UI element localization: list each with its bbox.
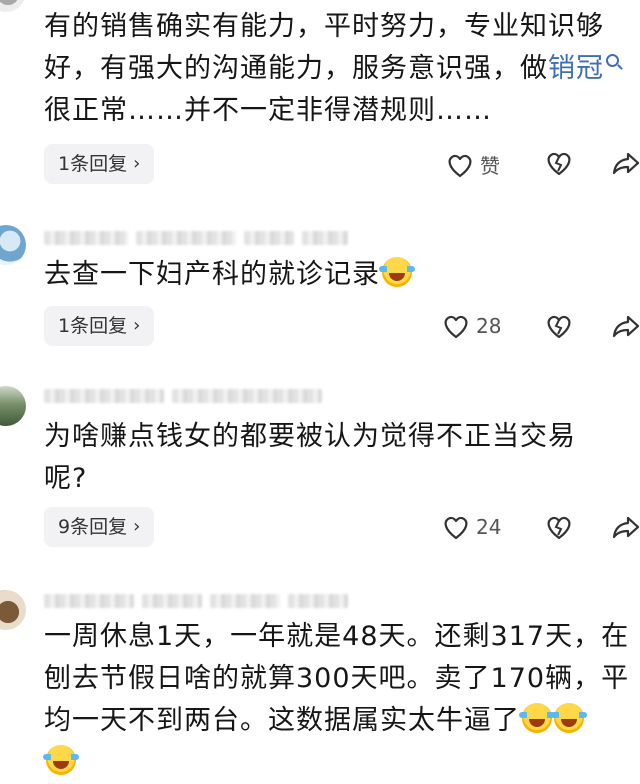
- share-arrow-icon: [612, 516, 640, 539]
- share-button[interactable]: [612, 150, 640, 176]
- share-arrow-icon: [612, 315, 640, 338]
- comment-text-part: 很正常……并不一定非得潜规则……: [44, 95, 492, 126]
- broken-heart-icon: [547, 516, 571, 540]
- view-replies-button[interactable]: 9条回复 ›: [44, 507, 155, 547]
- like-button[interactable]: 赞: [446, 150, 500, 179]
- avatar[interactable]: [0, 0, 26, 12]
- chevron-right-icon: ›: [133, 315, 141, 336]
- avatar[interactable]: [0, 386, 26, 426]
- laughing-crying-emoji: [43, 745, 79, 775]
- heart-outline-icon: [444, 516, 468, 540]
- laughing-crying-emoji: [551, 703, 587, 733]
- like-button[interactable]: 28: [442, 313, 501, 339]
- dislike-button[interactable]: [545, 150, 573, 176]
- like-count: 24: [476, 515, 502, 539]
- chevron-right-icon: ›: [133, 153, 141, 174]
- comment-text-part: 为啥赚点钱女的都要被认为觉得不正当交易呢?: [44, 421, 576, 494]
- comment-text: 一周休息1天，一年就是48天。还剩317天，在刨去节假日啥的就算300天吧。卖了…: [43, 616, 634, 784]
- laughing-crying-emoji: [519, 703, 555, 733]
- dislike-button[interactable]: [545, 514, 573, 540]
- dislike-button[interactable]: [545, 313, 573, 339]
- laughing-crying-emoji: [379, 257, 415, 287]
- username-blurred: [44, 230, 348, 246]
- view-replies-button[interactable]: 1条回复 ›: [44, 144, 155, 184]
- view-replies-button[interactable]: 1条回复 ›: [44, 306, 155, 346]
- search-icon: [606, 54, 619, 67]
- share-button[interactable]: [612, 514, 640, 540]
- reply-count-label: 1条回复: [58, 153, 128, 175]
- comment-text: 去查一下妇产科的就诊记录: [44, 254, 634, 296]
- reply-count-label: 9条回复: [58, 516, 128, 538]
- heart-outline-icon: [448, 154, 472, 177]
- like-label: 赞: [480, 154, 500, 178]
- search-link[interactable]: 销冠: [548, 53, 619, 84]
- comment-text: 有的销售确实有能力，平时努力，专业知识够好，有强大的沟通能力，服务意识强，做销冠…: [44, 6, 634, 132]
- avatar[interactable]: [0, 225, 26, 265]
- broken-heart-icon: [547, 152, 571, 176]
- heart-outline-icon: [444, 315, 468, 339]
- comment-text: 为啥赚点钱女的都要被认为觉得不正当交易呢?: [44, 416, 604, 500]
- comment-text-part: 有的销售确实有能力，平时努力，专业知识够好，有强大的沟通能力，服务意识强，做: [44, 11, 604, 84]
- share-arrow-icon: [612, 152, 640, 175]
- avatar[interactable]: [0, 590, 26, 630]
- username-blurred: [44, 593, 348, 609]
- username-blurred: [44, 388, 322, 404]
- like-button[interactable]: 24: [442, 514, 501, 540]
- share-button[interactable]: [612, 313, 640, 339]
- chevron-right-icon: ›: [133, 516, 141, 537]
- reply-count-label: 1条回复: [58, 315, 128, 337]
- search-link-label[interactable]: 销冠: [548, 53, 604, 84]
- like-count: 28: [476, 314, 502, 338]
- comment-text-part: 去查一下妇产科的就诊记录: [44, 259, 380, 290]
- broken-heart-icon: [547, 315, 571, 339]
